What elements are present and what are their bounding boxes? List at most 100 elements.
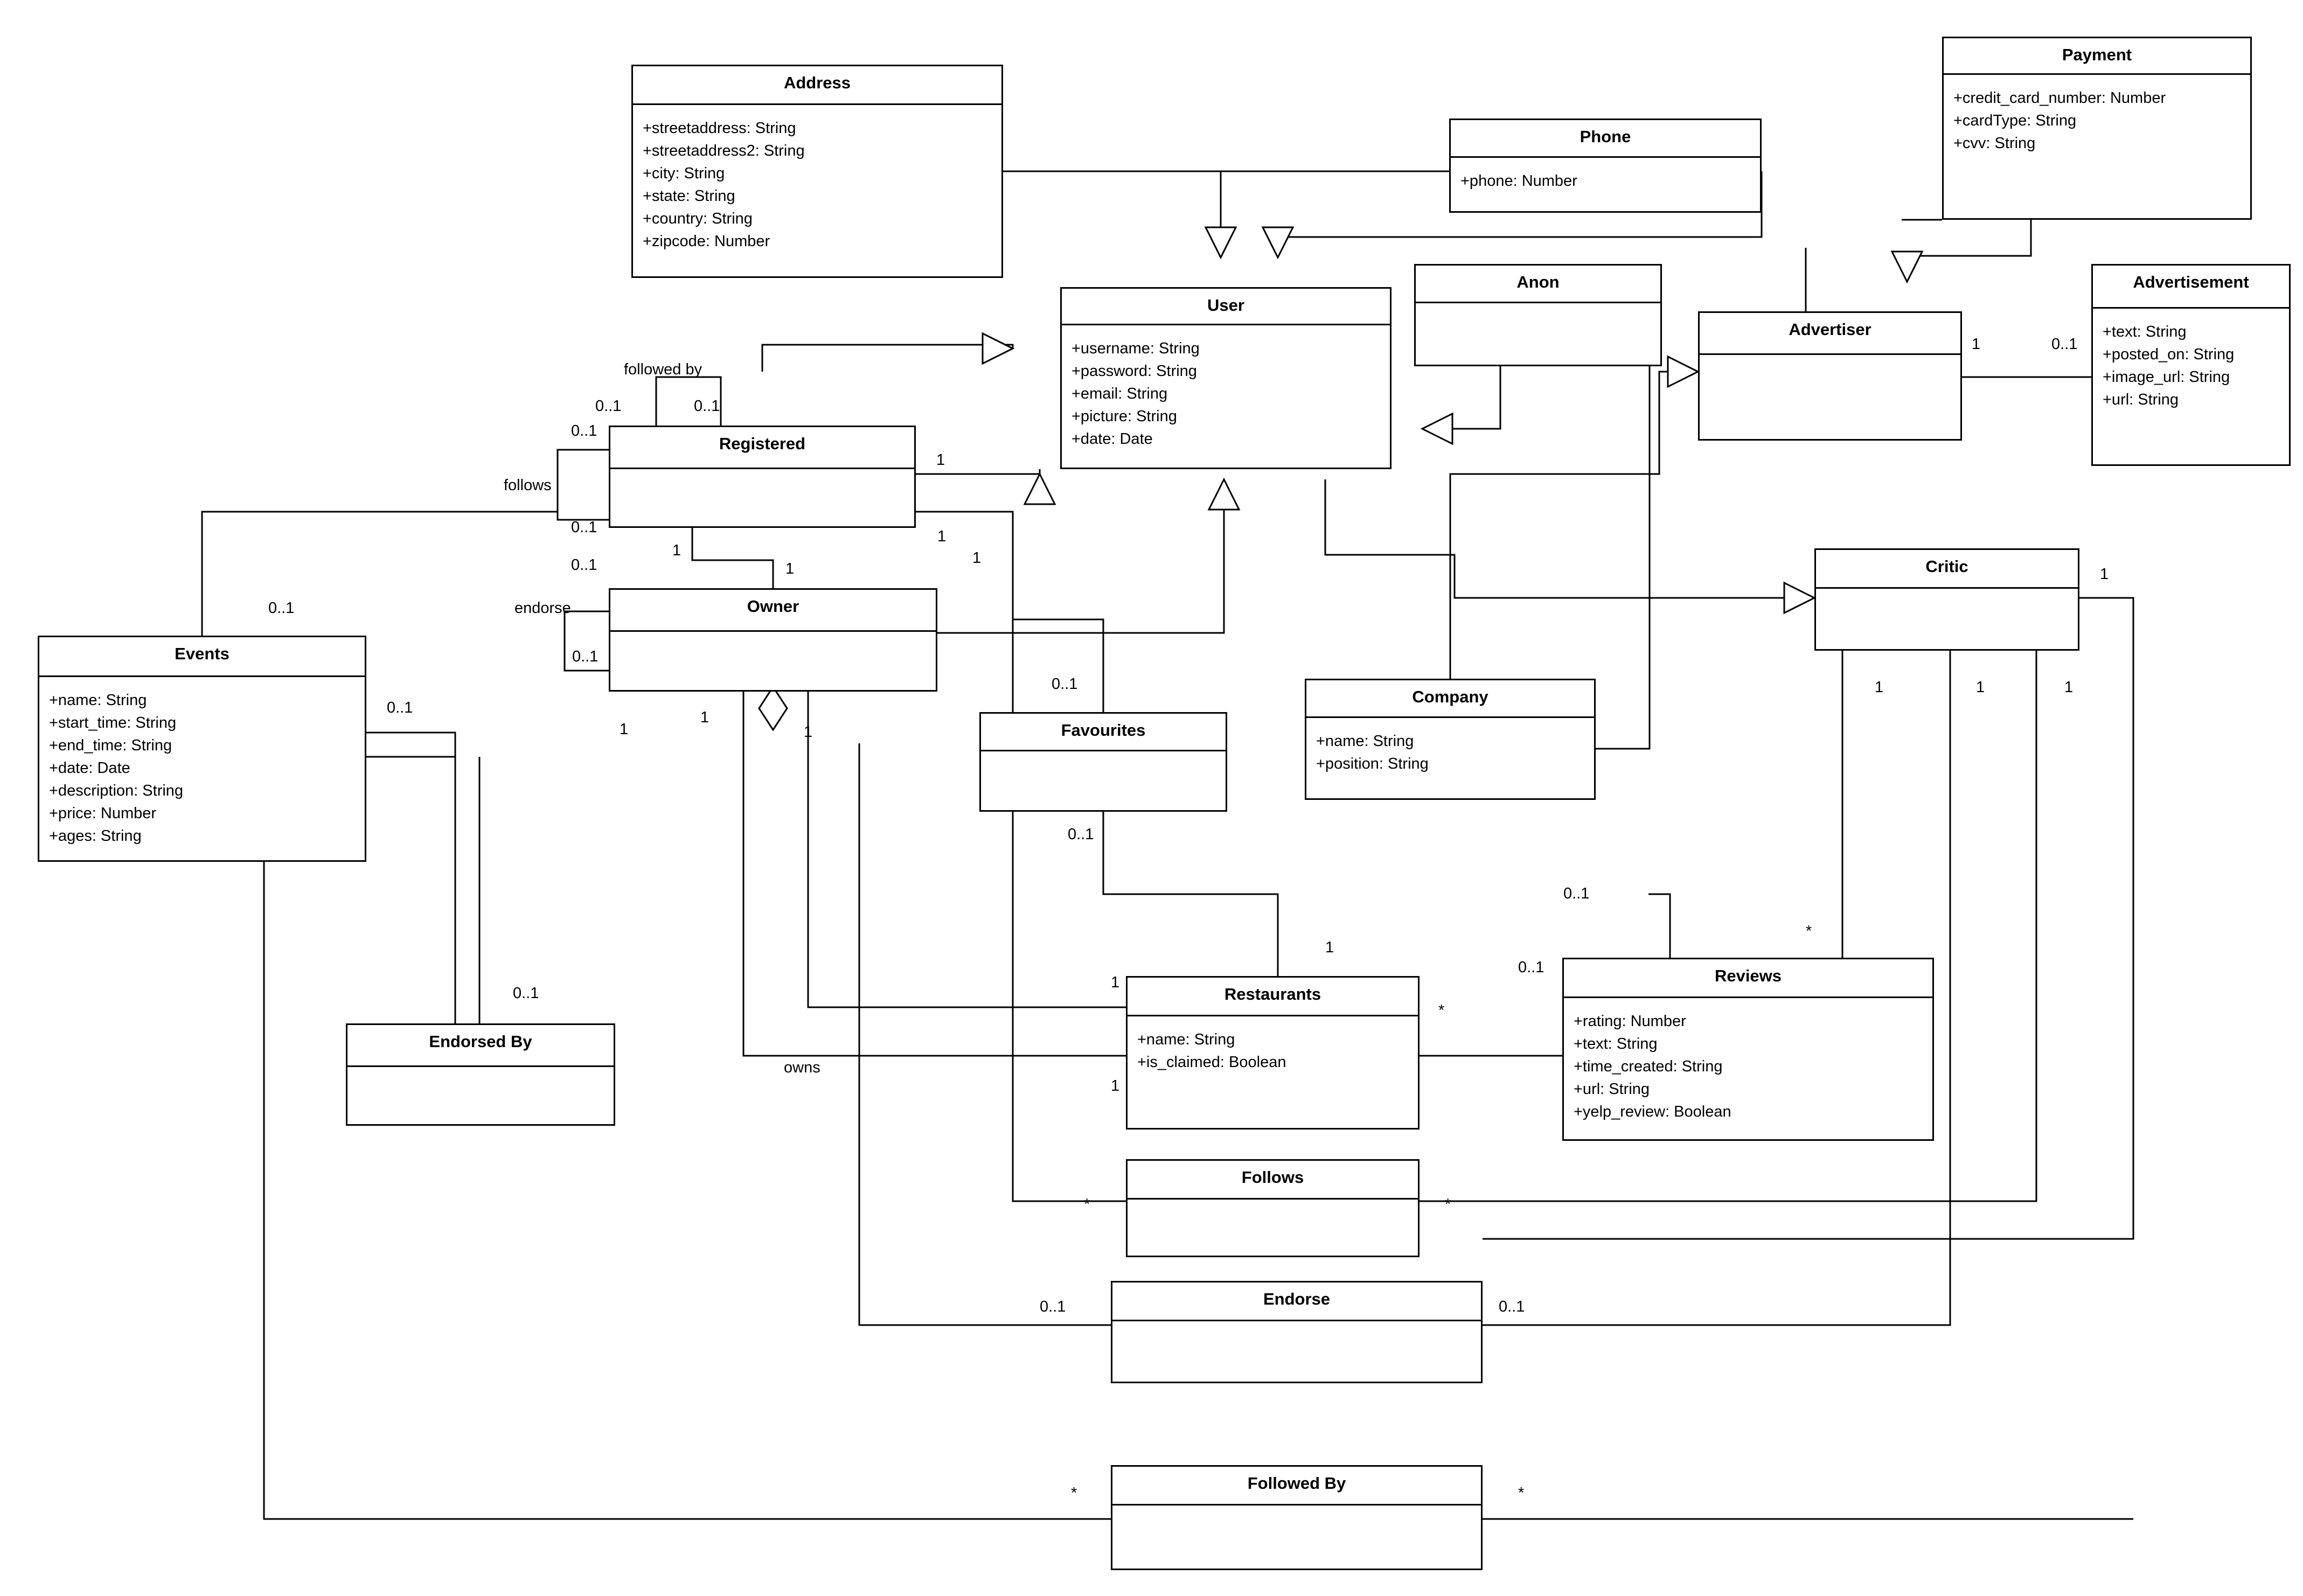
class-attributes-advertiser (1700, 355, 1960, 439)
class-attributes-user: +username: String +password: String +email… (1062, 325, 1390, 468)
class-title-bar-company: Company (1306, 680, 1594, 718)
class-name-anon: Anon (1516, 273, 1560, 291)
connector-registered-to-owner (691, 528, 774, 588)
class-attribute: +cvv: String (1953, 135, 2036, 152)
role-label-follows-role: follows (504, 477, 552, 494)
uml-class-advertiser[interactable]: Advertiser (1698, 311, 1962, 441)
multiplicity-label-m-owner-diamond-1: 1 (804, 723, 813, 741)
role-label-endorse-role: endorse (514, 600, 571, 617)
generalization-arrow-gen-owner-below (1207, 477, 1241, 511)
class-name-endorse-class: Endorse (1263, 1290, 1331, 1308)
uml-class-registered[interactable]: Registered (609, 426, 916, 528)
connector-registered-followedby-down (263, 862, 1111, 1520)
multiplicity-label-m-follows-left-star: * (1084, 1196, 1090, 1213)
uml-class-critic[interactable]: Critic (1814, 548, 2079, 651)
uml-class-advertisement[interactable]: Advertisement +text: String +posted_on: St… (2091, 264, 2291, 466)
uml-class-favourites[interactable]: Favourites (979, 712, 1227, 812)
class-attribute: +image_url: String (2103, 368, 2230, 386)
class-attribute: +posted_on: String (2103, 346, 2235, 364)
connector-registered-follows-down (1012, 549, 1126, 1202)
connector-events-up (201, 511, 558, 636)
generalization-arrow-gen-address-user (1204, 226, 1237, 260)
multiplicity-label-m-reg-top-left: 0..1 (571, 422, 597, 440)
uml-class-reviews[interactable]: Reviews +rating: Number +text: String +time… (1562, 958, 1934, 1141)
class-attribute: +description: String (49, 782, 184, 800)
uml-class-phone[interactable]: Phone +phone: Number (1449, 119, 1762, 213)
class-title-bar-follows-class: Follows (1128, 1161, 1418, 1200)
uml-class-endorse-class[interactable]: Endorse (1111, 1281, 1483, 1383)
connector-registered-gen-user (916, 469, 1041, 475)
uml-class-follows-class[interactable]: Follows (1126, 1159, 1420, 1257)
connector-registered-right-stub2 (916, 511, 1014, 549)
class-attribute: +credit_card_number: Number (1953, 89, 2166, 107)
uml-class-events[interactable]: Events +name: String +start_time: String +e… (38, 636, 366, 862)
class-attributes-restaurants: +name: String +is_claimed: Boolean (1128, 1016, 1418, 1128)
class-title-bar-followed-by-class: Followed By (1112, 1467, 1481, 1506)
multiplicity-label-m-reg-fb-right: 0..1 (694, 398, 720, 415)
class-name-address: Address (783, 73, 851, 92)
class-attribute: +password: String (1072, 363, 1197, 380)
class-attribute: +text: String (2103, 323, 2187, 340)
uml-class-restaurants[interactable]: Restaurants +name: String +is_claimed: Boo… (1126, 976, 1420, 1130)
class-attributes-endorse-class (1112, 1321, 1481, 1382)
class-attribute: +cardType: String (1953, 112, 2077, 130)
class-title-bar-advertisement: Advertisement (2093, 266, 2289, 309)
class-title-bar-anon: Anon (1416, 266, 1660, 303)
class-attributes-critic (1816, 589, 2078, 649)
class-name-endorsed-by: Endorsed By (429, 1032, 532, 1051)
class-attributes-followed-by-class (1112, 1506, 1481, 1569)
multiplicity-label-m-reg-right-1b: 1 (937, 528, 947, 545)
class-attribute: +phone: Number (1460, 172, 1577, 190)
generalization-arrow-gen-advertiser-left (1667, 355, 1700, 388)
uml-class-user[interactable]: User +username: String +password: String +e… (1060, 287, 1391, 469)
class-attributes-registered (610, 469, 914, 526)
class-attribute: +url: String (1574, 1081, 1650, 1098)
connector-reviews-up (1648, 893, 1671, 958)
aggregation-diamond-owner-aggregation (758, 685, 788, 731)
multiplicity-label-m-company-down-01: 0..1 (1563, 885, 1590, 902)
class-attribute: +state: String (643, 187, 735, 205)
class-title-bar-address: Address (633, 66, 1001, 105)
class-title-bar-restaurants: Restaurants (1128, 978, 1418, 1016)
class-title-bar-events: Events (39, 637, 365, 677)
multiplicity-label-m-critic-b3: 1 (2064, 679, 2074, 696)
multiplicity-label-m-endorsedby-01: 0..1 (513, 985, 539, 1002)
class-name-phone: Phone (1580, 127, 1631, 146)
multiplicity-label-m-followedby-left-star: * (1071, 1485, 1077, 1502)
class-attribute: +position: String (1316, 755, 1429, 773)
uml-class-endorsed-by[interactable]: Endorsed By (346, 1023, 615, 1126)
uml-class-company[interactable]: Company +name: String +position: String (1305, 679, 1596, 800)
class-attributes-phone: +phone: Number (1451, 158, 1760, 211)
multiplicity-label-m-reg-owner-1: 1 (672, 542, 681, 559)
class-name-registered: Registered (719, 434, 806, 453)
uml-class-payment[interactable]: Payment +credit_card_number: Number +cardT… (1942, 37, 2252, 220)
class-attribute: +name: String (1316, 733, 1414, 750)
generalization-arrow-gen-registered-below (1023, 472, 1056, 505)
class-attributes-owner (610, 632, 936, 690)
connector-fav-top (1013, 618, 1104, 712)
uml-class-followed-by-class[interactable]: Followed By (1111, 1465, 1483, 1570)
multiplicity-label-m-restaurants-left-1: 1 (1111, 974, 1120, 991)
uml-class-address[interactable]: Address +streetaddress: String +streetaddr… (631, 65, 1003, 278)
multiplicity-label-m-owner-top-1: 1 (785, 560, 795, 577)
generalization-arrow-gen-phone-user (1261, 226, 1295, 260)
class-attribute: +start_time: String (49, 714, 177, 732)
class-name-followed-by-class: Followed By (1247, 1474, 1346, 1493)
class-title-bar-payment: Payment (1944, 38, 2250, 75)
class-name-critic: Critic (1925, 557, 1968, 576)
class-attribute: +is_claimed: Boolean (1137, 1054, 1286, 1071)
class-title-bar-user: User (1062, 289, 1390, 325)
generalization-arrow-gen-registered-user (982, 332, 1015, 365)
multiplicity-label-m-reg-fb-left: 0..1 (595, 398, 622, 415)
connector-anon-to-user (1422, 366, 1501, 430)
connector-fav-bot (1102, 812, 1279, 976)
class-title-bar-owner: Owner (610, 590, 936, 632)
multiplicity-label-m-advertiser-ad-01: 0..1 (2051, 336, 2078, 353)
multiplicity-label-m-reg-right-1a: 1 (936, 451, 945, 469)
multiplicity-label-m-restaurants-top-1: 1 (1325, 939, 1334, 956)
class-title-bar-favourites: Favourites (981, 714, 1226, 751)
uml-class-owner[interactable]: Owner (609, 588, 937, 692)
uml-class-anon[interactable]: Anon (1414, 264, 1662, 366)
class-attribute: +city: String (643, 165, 725, 183)
class-attributes-payment: +credit_card_number: Number +cardType: St… (1944, 75, 2250, 218)
